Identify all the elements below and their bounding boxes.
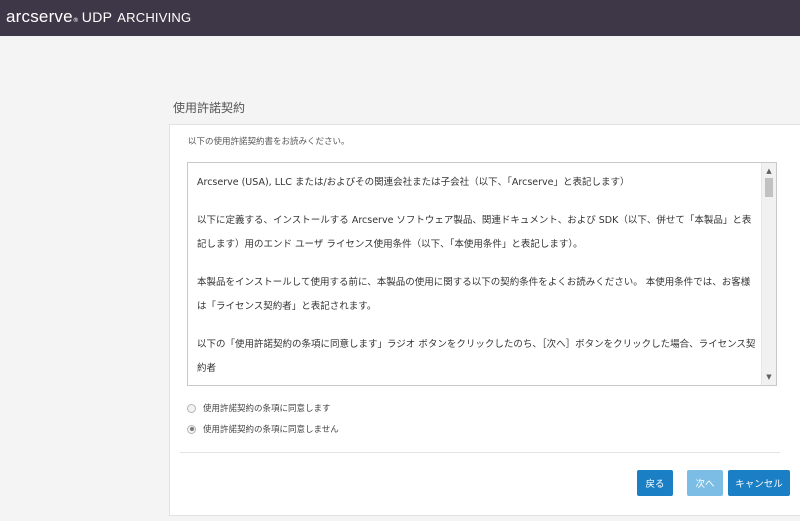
scroll-up-icon[interactable]: ▲ [762,165,776,177]
eula-paragraph: 以下の「使用許諾契約の条項に同意します」ラジオ ボタンをクリックしたのち、［次へ… [197,339,756,374]
scroll-down-icon[interactable]: ▼ [762,371,776,383]
product-edition: ARCHIVING [117,10,192,25]
accept-option[interactable]: 使用許諾契約の条項に同意します [187,402,331,414]
eula-paragraph: 本製品をインストールして使用する前に、本製品の使用に関する以下の契約条件をよくお… [197,277,751,312]
page-title: 使用許諾契約 [173,101,246,115]
decline-radio[interactable] [187,424,196,434]
top-bar: arcserve ® UDP ARCHIVING [0,0,800,36]
back-button[interactable]: 戻る [637,470,673,496]
eula-content: Arcserve (USA), LLC または/およびその関連会社または子会社（… [197,171,757,385]
accept-radio[interactable] [187,403,196,413]
decline-option[interactable]: 使用許諾契約の条項に同意しません [187,423,339,435]
brand-logo: arcserve ® UDP ARCHIVING [6,7,191,29]
eula-paragraph: Arcserve (USA), LLC または/およびその関連会社または子会社（… [197,177,630,188]
brand-logo-text: arcserve [6,7,73,26]
eula-paragraph: 以下に定義する、インストールする Arcserve ソフトウェア製品、関連ドキュ… [197,215,752,250]
eula-text-box[interactable]: Arcserve (USA), LLC または/およびその関連会社または子会社（… [187,162,777,386]
accept-radio-label[interactable]: 使用許諾契約の条項に同意します [203,402,331,414]
license-panel: 以下の使用許諾契約書をお読みください。 Arcserve (USA), LLC … [169,124,800,516]
instruction-text: 以下の使用許諾契約書をお読みください。 [188,137,350,147]
next-button[interactable]: 次へ [687,470,723,496]
decline-radio-label[interactable]: 使用許諾契約の条項に同意しません [203,423,339,435]
product-name: UDP [81,9,113,25]
eula-scrollbar[interactable]: ▲ ▼ [761,163,776,385]
brand-registered-mark: ® [72,17,79,24]
cancel-button[interactable]: キャンセル [728,470,790,496]
divider [180,452,780,453]
scroll-thumb[interactable] [765,178,773,197]
